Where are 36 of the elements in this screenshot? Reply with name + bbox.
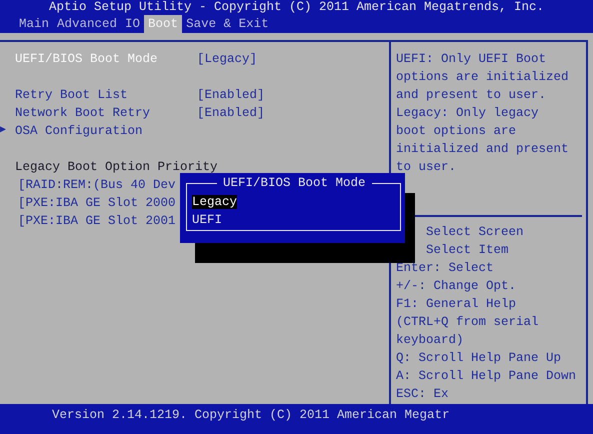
key-hint: A: Scroll Help Pane Down bbox=[396, 369, 576, 383]
help-text: initialized and present bbox=[396, 141, 570, 158]
key-hint: F1: General Help bbox=[396, 297, 516, 311]
popup-option[interactable]: UEFI bbox=[192, 213, 222, 227]
menu-tab[interactable]: Advanced bbox=[53, 15, 122, 33]
boot-option[interactable]: [PXE:IBA GE Slot 2000 bbox=[15, 194, 176, 212]
key-hint: Q: Scroll Help Pane Up bbox=[396, 351, 562, 365]
key-hint: Select Screen bbox=[426, 225, 524, 239]
help-text: boot options are bbox=[396, 123, 518, 140]
help-text: to user. bbox=[396, 159, 458, 176]
setting-label[interactable]: Network Boot Retry bbox=[15, 104, 197, 122]
window-title: Aptio Setup Utility - Copyright (C) 2011 American Megatrends, Inc. bbox=[48, 0, 546, 14]
help-text: Legacy: Only legacy bbox=[396, 105, 540, 122]
key-hint: ESC: Ex bbox=[396, 387, 449, 401]
setting-value[interactable]: [Legacy] bbox=[197, 50, 258, 68]
section-heading: Legacy Boot Option Priority bbox=[15, 159, 218, 176]
help-text: and present to user. bbox=[396, 87, 548, 104]
help-text: options are initialized bbox=[396, 69, 570, 86]
setting-label[interactable]: Retry Boot List bbox=[15, 86, 197, 104]
boot-option[interactable]: [PXE:IBA GE Slot 2001 bbox=[15, 212, 176, 230]
submenu-arrow-icon: ▶ bbox=[0, 122, 15, 140]
key-hint: (CTRL+Q from serial bbox=[396, 315, 539, 329]
menu-tab[interactable]: Main bbox=[15, 15, 54, 33]
version-footer: Version 2.14.1219. Copyright (C) 2011 American Megatr bbox=[52, 408, 450, 422]
menu-tab[interactable]: Save & Exit bbox=[182, 15, 273, 33]
key-hint: +/-: Change Opt. bbox=[396, 279, 516, 293]
key-hint: Select Item bbox=[426, 243, 509, 257]
key-hint: keyboard) bbox=[396, 333, 464, 347]
setting-value[interactable]: [Enabled] bbox=[197, 104, 265, 122]
boot-option[interactable]: [RAID:REM:(Bus 40 Dev bbox=[15, 176, 176, 194]
setting-value[interactable]: [Enabled] bbox=[197, 86, 265, 104]
submenu-item[interactable]: OSA Configuration bbox=[15, 122, 197, 140]
menu-tab[interactable]: IO bbox=[121, 15, 144, 33]
key-hint: Enter: Select bbox=[396, 261, 494, 275]
popup-option[interactable]: Legacy bbox=[192, 195, 238, 209]
help-text: UEFI: Only UEFI Boot bbox=[396, 51, 548, 68]
